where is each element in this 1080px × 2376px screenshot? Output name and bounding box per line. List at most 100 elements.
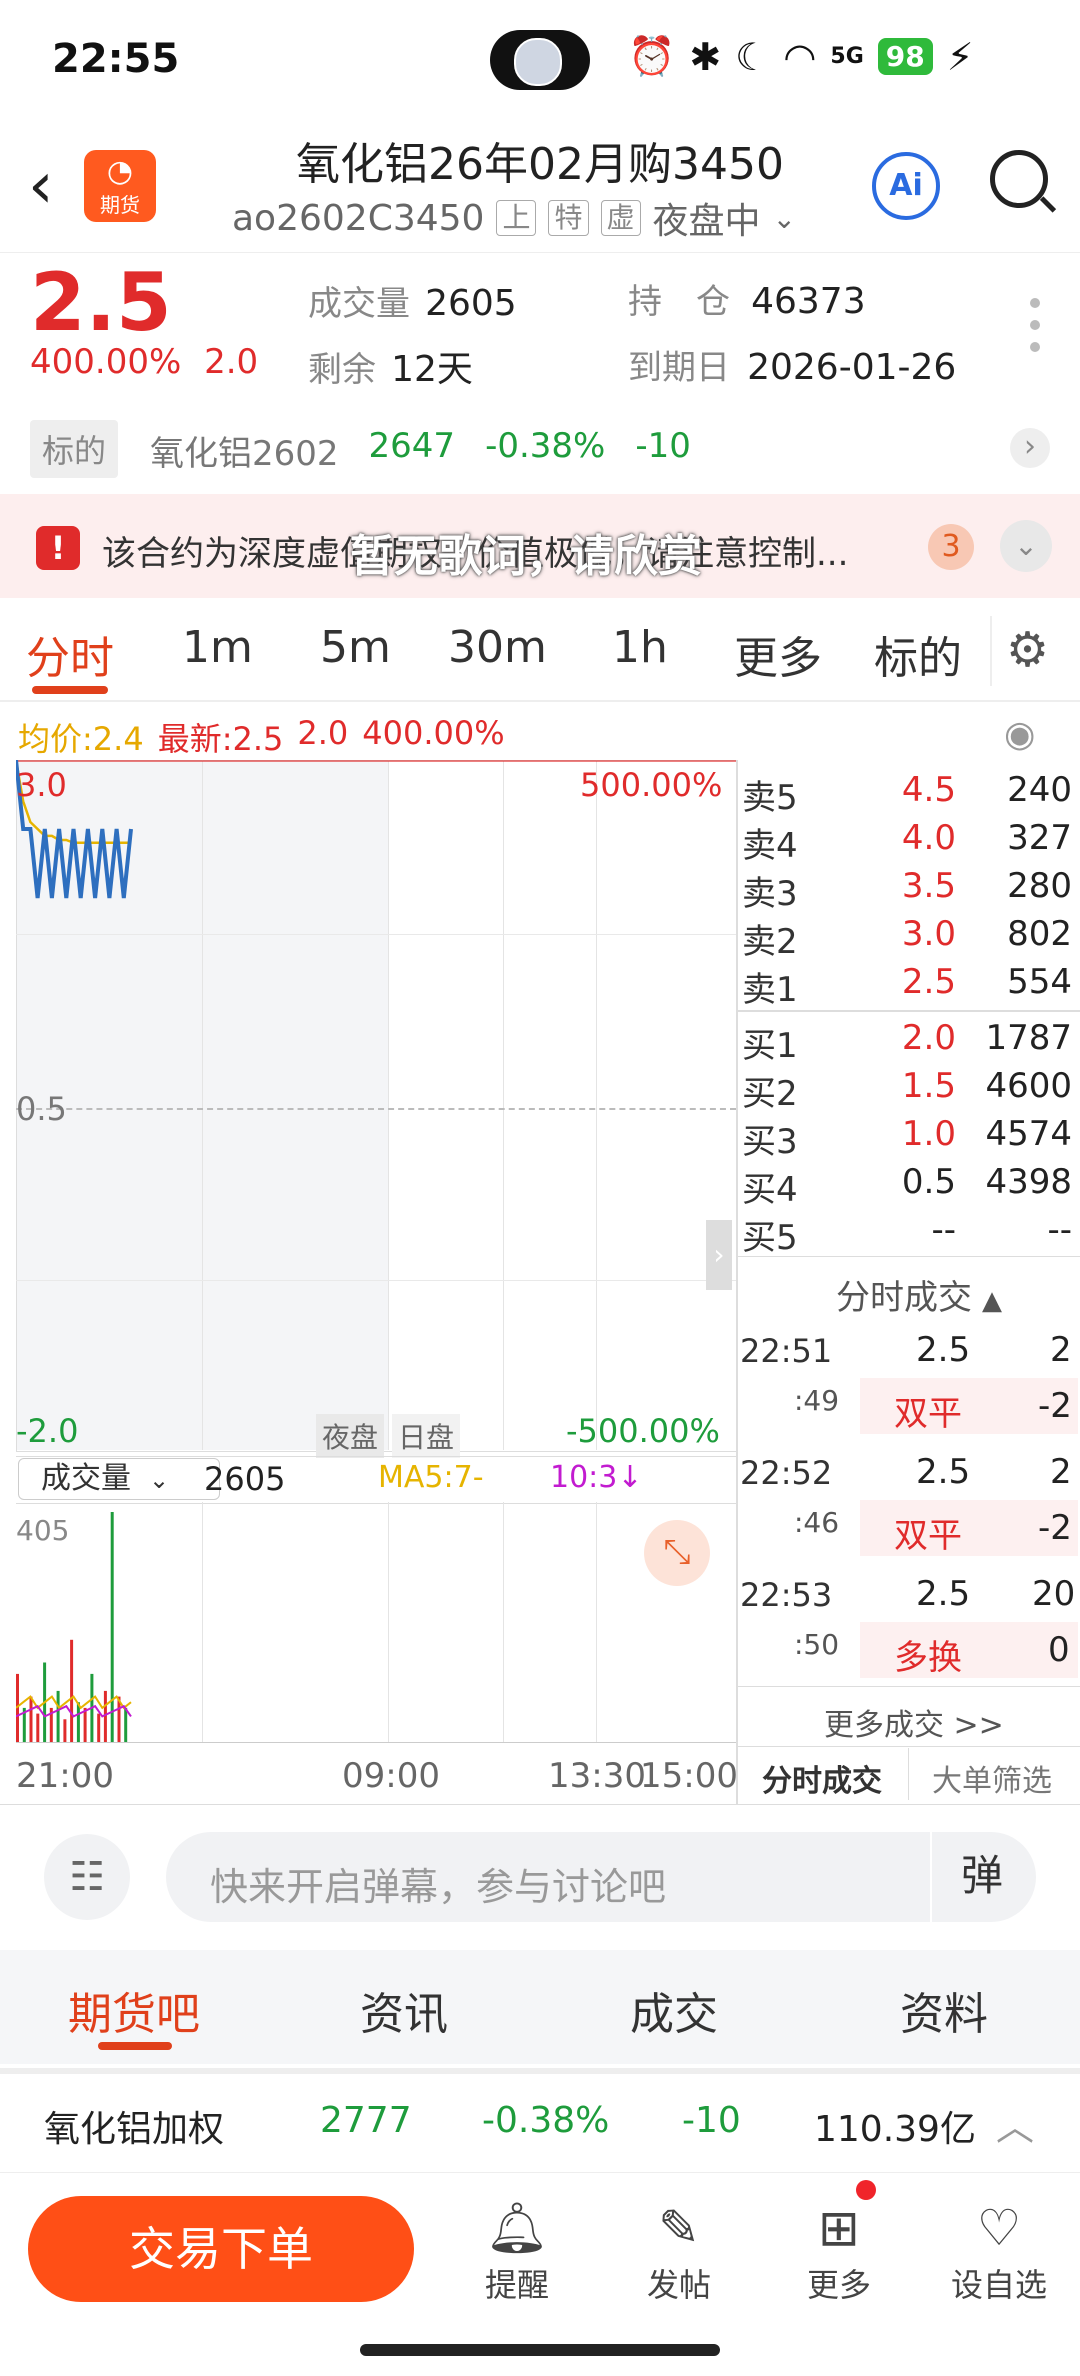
more-options-icon[interactable] xyxy=(1030,298,1040,364)
volume-bar xyxy=(56,1690,60,1742)
bid-label: 买2 xyxy=(742,1074,798,1114)
gear-icon[interactable]: ⚙ xyxy=(1006,622,1049,678)
expand-chevron-icon[interactable]: ⌄ xyxy=(1000,520,1052,572)
ask-volume: 280 xyxy=(1007,866,1072,906)
tab-underlying[interactable]: 标的 xyxy=(874,622,962,686)
ai-assistant-button[interactable]: Ai xyxy=(872,152,940,220)
danmu-toggle-button[interactable]: 弹 xyxy=(930,1832,1032,1922)
back-button[interactable]: ‹ xyxy=(28,154,54,218)
tab-more[interactable]: 更多 xyxy=(734,622,822,686)
tab-timeshare[interactable]: 分时 xyxy=(26,622,114,686)
chevron-up-icon[interactable]: ︿ xyxy=(996,2096,1034,2151)
volume-stat: 成交量 2605 xyxy=(308,276,517,325)
tab-info[interactable]: 资料 xyxy=(900,1978,988,2042)
contract-subtitle[interactable]: ao2602C3450 上 特 虚 夜盘中 ⌄ xyxy=(232,192,796,244)
x-label-noon: 13:30 xyxy=(548,1756,646,1796)
volume-value: 2605 xyxy=(425,283,517,324)
dynamic-island[interactable] xyxy=(490,30,590,90)
volume-bars-svg xyxy=(16,1512,132,1742)
trades-title[interactable]: 分时成交 ▲ xyxy=(836,1270,1002,1319)
x-label-end: 15:00 xyxy=(640,1756,738,1796)
bid-price: 1.5 xyxy=(901,1066,956,1106)
tab-1h[interactable]: 1h xyxy=(612,622,668,673)
trade-price: 2.5 xyxy=(916,1452,971,1492)
wifi-icon: ◠ xyxy=(783,34,817,79)
eye-icon[interactable]: ◉ xyxy=(1004,714,1035,755)
latest-chg: 2.0 xyxy=(297,714,349,752)
signal-5g-icon: 5G xyxy=(830,44,864,69)
timeshare-trades-button[interactable]: 分时成交 xyxy=(762,1756,882,1800)
remind-button[interactable]: 🔔︎ 提醒 xyxy=(462,2196,572,2306)
trade-time: 22:51 xyxy=(740,1332,833,1370)
status-icons: ⏰ ✱ ☾ ◠ 5G 98 ⚡ xyxy=(628,34,973,79)
big-order-filter-button[interactable]: 大单筛选 xyxy=(932,1756,1052,1800)
danmu-settings-icon[interactable]: ☷ xyxy=(44,1834,130,1920)
search-icon[interactable] xyxy=(990,150,1048,208)
ask-row-1: 卖1 2.5 554 xyxy=(738,962,1078,1010)
remind-label: 提醒 xyxy=(484,2266,549,2304)
home-indicator[interactable] xyxy=(360,2344,720,2356)
ask-volume: 554 xyxy=(1007,962,1072,1002)
weighted-amount: 110.39亿 xyxy=(814,2109,976,2150)
ask-volume: 327 xyxy=(1007,818,1072,858)
bid-price: 2.0 xyxy=(901,1018,956,1058)
apps-grid-icon: ⊞ xyxy=(818,2199,860,2257)
collapse-panel-icon[interactable]: › xyxy=(706,1220,732,1290)
more-trades-link[interactable]: 更多成交 >> xyxy=(824,1700,1004,1744)
divider xyxy=(908,1748,909,1800)
volume-bar xyxy=(97,1713,101,1742)
weighted-pct: -0.38% xyxy=(482,2100,610,2141)
trade-price: 2.5 xyxy=(916,1574,971,1614)
indicator-select[interactable]: 成交量 ⌄ xyxy=(18,1458,220,1500)
more-button[interactable]: ⊞ 更多 xyxy=(784,2196,894,2306)
place-order-button[interactable]: 交易下单 xyxy=(28,2196,414,2302)
post-button[interactable]: ✎ 发帖 xyxy=(624,2196,734,2306)
weighted-price: 2777 xyxy=(320,2100,412,2141)
futures-logo-label: 期货 xyxy=(100,193,140,217)
ma5-line xyxy=(16,1695,132,1710)
ask-row-5: 卖5 4.5 240 xyxy=(738,770,1078,818)
y-axis-top: 3.0 xyxy=(16,766,67,804)
contract-code: ao2602C3450 xyxy=(232,197,485,239)
bid-volume: 4574 xyxy=(985,1114,1072,1154)
bid-row-3: 买3 1.0 4574 xyxy=(738,1114,1078,1162)
trade-seconds: :49 xyxy=(794,1384,840,1417)
oi-value: 46373 xyxy=(751,281,866,322)
tab-5m[interactable]: 5m xyxy=(320,622,391,673)
trade-kind: 双平 xyxy=(894,1394,962,1434)
weighted-name[interactable]: 氧化铝加权 xyxy=(44,2100,224,2152)
bid-volume: 4600 xyxy=(985,1066,1072,1106)
volume-bar xyxy=(63,1719,67,1742)
trade-price: 2.5 xyxy=(916,1330,971,1370)
expand-icon[interactable]: ⤡ xyxy=(644,1520,710,1586)
tab-1m[interactable]: 1m xyxy=(182,622,253,673)
expiry-label: 到期日 xyxy=(628,348,730,388)
ask-row-2: 卖2 3.0 802 xyxy=(738,914,1078,962)
chevron-down-icon: ⌄ xyxy=(772,201,796,235)
tab-30m[interactable]: 30m xyxy=(448,622,547,673)
trade-qty: 2 xyxy=(1050,1330,1072,1370)
tab-trades[interactable]: 成交 xyxy=(630,1978,718,2042)
underlying-tag: 标的 xyxy=(30,420,119,478)
change-abs: 2.0 xyxy=(204,342,259,382)
tag-special: 特 xyxy=(548,200,589,236)
futures-logo[interactable]: ◔ 期货 xyxy=(84,150,156,222)
divider xyxy=(0,2068,1080,2074)
ask-row-3: 卖3 3.5 280 xyxy=(738,866,1078,914)
bluetooth-icon: ✱ xyxy=(689,34,722,79)
night-session-tag: 夜盘 xyxy=(316,1414,385,1458)
chevron-right-icon[interactable]: › xyxy=(1010,428,1050,468)
remaining-label: 剩余 xyxy=(308,350,376,390)
add-watchlist-button[interactable]: ♡ 设自选 xyxy=(944,2196,1054,2306)
tab-news[interactable]: 资讯 xyxy=(360,1978,448,2042)
price-lines-svg xyxy=(16,760,133,899)
divider xyxy=(990,616,992,686)
tab-futures-forum[interactable]: 期货吧 xyxy=(68,1978,200,2042)
bid-label: 买1 xyxy=(742,1026,798,1066)
underlying-row[interactable]: 氧化铝2602 2647 -0.38% -10 xyxy=(150,426,691,475)
bid-row-1: 买1 2.0 1787 xyxy=(738,1018,1078,1066)
avg-price: 均价:2.4 xyxy=(18,720,144,758)
ask-label: 卖5 xyxy=(742,778,798,818)
volume-bar xyxy=(70,1639,74,1742)
page-title: 氧化铝26年02月购3450 xyxy=(296,139,784,190)
